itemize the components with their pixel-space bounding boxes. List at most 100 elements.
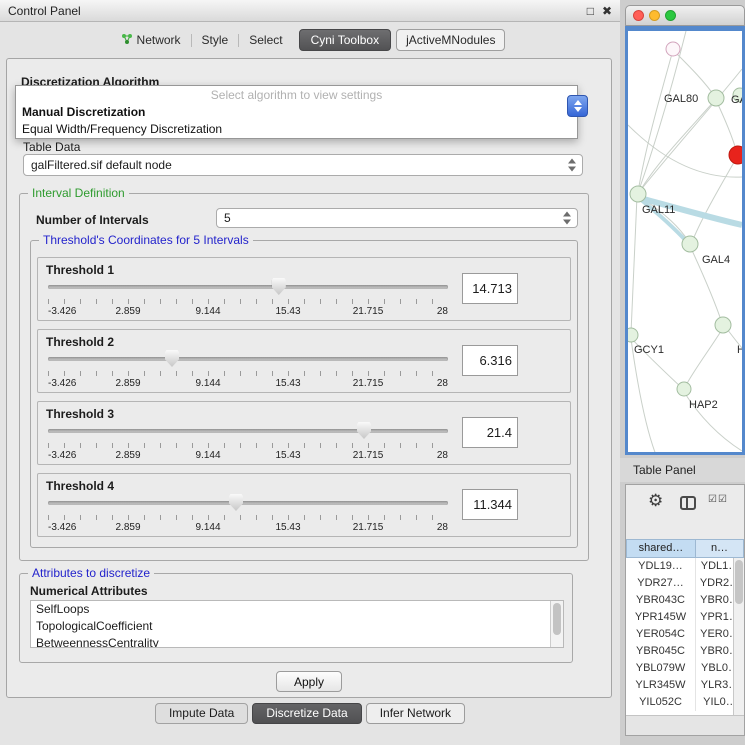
columns-icon[interactable] — [680, 496, 696, 510]
list-item[interactable]: TopologicalCoefficient — [31, 618, 563, 635]
list-scrollbar[interactable] — [550, 601, 563, 647]
network-canvas[interactable]: GAL80 GA GAL11 GAL4 GCY1 H HAP2 — [625, 26, 745, 455]
scale-label: 2.859 — [115, 450, 140, 461]
table-data-combo[interactable]: galFiltered.sif default node — [23, 154, 583, 176]
node[interactable] — [666, 42, 680, 56]
list-item[interactable]: BetweennessCentrality — [31, 635, 563, 648]
table-row[interactable]: YBR043CYBR0… — [626, 592, 744, 609]
table-row[interactable]: YDL19…YDL1… — [626, 558, 744, 575]
threshold-4-label: Threshold 4 — [46, 479, 114, 493]
scrollbar-thumb[interactable] — [735, 560, 743, 604]
table-row[interactable]: YIL052CYIL0… — [626, 694, 744, 711]
apply-button[interactable]: Apply — [276, 671, 342, 692]
thresholds-group: Threshold's Coordinates for 5 Intervals … — [30, 240, 578, 548]
cell[interactable]: YDR27… — [626, 575, 696, 592]
dropdown-option-equal-width-frequency[interactable]: Equal Width/Frequency Discretization — [16, 121, 577, 138]
scale-label: 21.715 — [353, 306, 384, 317]
scale-label: 2.859 — [115, 522, 140, 533]
scale-label: 9.144 — [195, 306, 220, 317]
threshold-4-value[interactable]: 11.344 — [462, 489, 518, 520]
scale-label: 15.43 — [275, 306, 300, 317]
network-window-titlebar[interactable] — [625, 5, 745, 26]
column-header-shared-name[interactable]: shared… — [626, 539, 696, 558]
tab-network[interactable]: Network — [115, 30, 187, 51]
table-row[interactable]: YBR045CYBR0… — [626, 643, 744, 660]
slider-thumb[interactable] — [357, 422, 371, 439]
scrollbar-thumb[interactable] — [553, 603, 561, 635]
table-row[interactable]: YPR145WYPR1… — [626, 609, 744, 626]
node[interactable] — [630, 186, 646, 202]
close-icon[interactable]: ✖ — [602, 4, 612, 18]
table-row[interactable]: YDR27…YDR2… — [626, 575, 744, 592]
tab-cyni-toolbox[interactable]: Cyni Toolbox — [299, 29, 391, 51]
close-traffic-light-icon[interactable] — [633, 10, 644, 21]
slider-scale: -3.426 2.859 9.144 15.43 21.715 28 — [48, 522, 448, 534]
node[interactable] — [682, 236, 698, 252]
float-window-icon[interactable]: □ — [587, 4, 594, 18]
number-of-intervals-label: Number of Intervals — [36, 213, 149, 227]
control-panel-titlebar[interactable]: Control Panel □ ✖ — [0, 0, 620, 22]
node[interactable] — [677, 382, 691, 396]
node[interactable] — [628, 328, 638, 342]
slider-track — [48, 429, 448, 433]
threshold-3-slider[interactable]: -3.426 2.859 9.144 15.43 21.715 28 — [48, 422, 448, 464]
tab-discretize-data[interactable]: Discretize Data — [252, 703, 361, 724]
cell[interactable]: YDL19… — [626, 558, 696, 575]
cell[interactable]: YER054C — [626, 626, 696, 643]
node[interactable] — [715, 317, 731, 333]
control-panel-window: Control Panel □ ✖ Network — [0, 0, 620, 745]
cell[interactable]: YBL079W — [626, 660, 696, 677]
slider-thumb[interactable] — [272, 278, 286, 295]
tab-jactivemnodules[interactable]: jActiveMNodules — [396, 29, 505, 51]
scale-label: -3.426 — [48, 306, 76, 317]
threshold-4-slider[interactable]: -3.426 2.859 9.144 15.43 21.715 28 — [48, 494, 448, 536]
dropdown-option-manual-discretization[interactable]: Manual Discretization — [16, 104, 577, 121]
scale-label: 15.43 — [275, 450, 300, 461]
tab-style[interactable]: Style — [196, 30, 235, 50]
column-header-name[interactable]: n… — [696, 539, 744, 558]
node-label: GAL4 — [702, 254, 730, 266]
table-row[interactable]: YER054CYER0… — [626, 626, 744, 643]
network-view-window: GAL80 GA GAL11 GAL4 GCY1 H HAP2 — [625, 5, 745, 455]
window-title: Control Panel — [8, 4, 587, 18]
table-horizontal-scrollbar[interactable] — [626, 715, 744, 735]
select-columns-checkboxes-icon[interactable]: ☑☑ — [708, 494, 728, 505]
algorithm-combo-stepper-icon[interactable] — [567, 95, 588, 117]
scale-label: 9.144 — [195, 522, 220, 533]
number-of-intervals-combo[interactable]: 5 — [216, 208, 578, 228]
tab-impute-data[interactable]: Impute Data — [155, 703, 248, 724]
node-label: GAL11 — [642, 204, 675, 216]
threshold-1-value[interactable]: 14.713 — [462, 273, 518, 304]
table-row[interactable]: YBL079WYBL0… — [626, 660, 744, 677]
dropdown-placeholder: Select algorithm to view settings — [16, 86, 577, 104]
minimize-traffic-light-icon[interactable] — [649, 10, 660, 21]
slider-thumb[interactable] — [229, 494, 243, 511]
list-item[interactable]: SelfLoops — [31, 601, 563, 618]
cell[interactable]: YBR043C — [626, 592, 696, 609]
thresholds-legend: Threshold's Coordinates for 5 Intervals — [39, 233, 253, 247]
threshold-2-value[interactable]: 6.316 — [462, 345, 518, 376]
scale-label: 21.715 — [353, 378, 384, 389]
slider-thumb[interactable] — [165, 350, 179, 367]
scale-label: 9.144 — [195, 378, 220, 389]
gear-icon[interactable]: ⚙ — [648, 492, 663, 509]
node[interactable] — [708, 90, 724, 106]
scale-label: 15.43 — [275, 522, 300, 533]
numerical-attributes-list[interactable]: SelfLoops TopologicalCoefficient Between… — [30, 600, 564, 648]
cyni-toolbox-panel: Discretization Algorithm Select algorith… — [6, 58, 612, 698]
selected-node[interactable] — [729, 146, 742, 164]
cell[interactable]: YBR045C — [626, 643, 696, 660]
tab-select[interactable]: Select — [243, 30, 288, 50]
cell[interactable]: YPR145W — [626, 609, 696, 626]
cell[interactable]: YIL052C — [626, 694, 696, 711]
table-vertical-scrollbar[interactable] — [733, 558, 744, 715]
threshold-2-slider[interactable]: -3.426 2.859 9.144 15.43 21.715 28 — [48, 350, 448, 392]
table-data-combo-value: galFiltered.sif default node — [31, 158, 172, 172]
cell[interactable]: YLR345W — [626, 677, 696, 694]
threshold-3-label: Threshold 3 — [46, 407, 114, 421]
threshold-1-slider[interactable]: -3.426 2.859 9.144 15.43 21.715 28 — [48, 278, 448, 320]
zoom-traffic-light-icon[interactable] — [665, 10, 676, 21]
table-row[interactable]: YLR345WYLR3… — [626, 677, 744, 694]
threshold-3-value[interactable]: 21.4 — [462, 417, 518, 448]
tab-infer-network[interactable]: Infer Network — [366, 703, 465, 724]
